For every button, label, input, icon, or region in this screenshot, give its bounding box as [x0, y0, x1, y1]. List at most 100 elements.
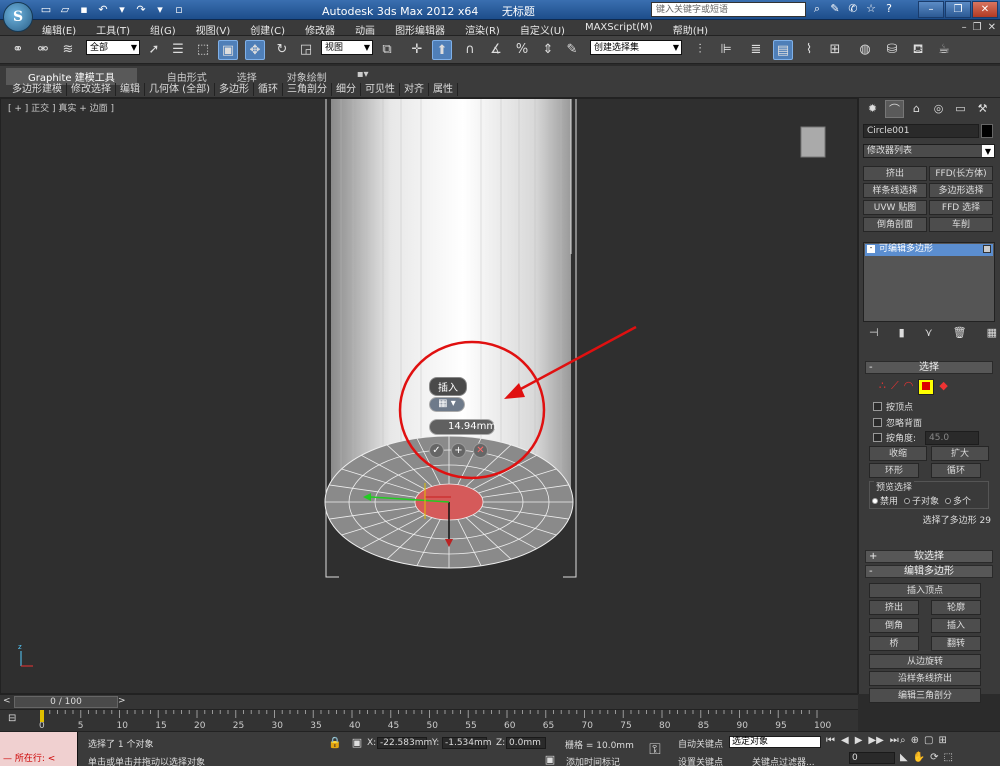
- spinner-snap-icon[interactable]: ⇕: [538, 40, 558, 60]
- menu-item[interactable]: MAXScript(M): [585, 22, 653, 37]
- viewport-perspective[interactable]: z [ + ] 正交 ] 真实 + 边面 ] 插入 ▦ ▾ 14.94mm ✓ …: [0, 98, 858, 694]
- menu-item[interactable]: 动画: [355, 22, 375, 37]
- caddy-apply-icon[interactable]: +: [451, 443, 466, 458]
- expand-icon[interactable]: -: [867, 245, 875, 253]
- viewcube-icon[interactable]: [800, 126, 826, 158]
- vertex-level-icon[interactable]: ∴: [879, 379, 886, 395]
- absolute-mode-icon[interactable]: ▣: [350, 736, 364, 749]
- preview-radio[interactable]: 禁用: [872, 494, 898, 507]
- bevel-button[interactable]: 倒角: [869, 618, 919, 633]
- insert-vertex-button[interactable]: 插入顶点: [869, 583, 981, 598]
- time-next-icon[interactable]: >: [118, 696, 126, 706]
- motion-tab-icon[interactable]: ◎: [929, 100, 948, 118]
- snaps-toggle-icon[interactable]: ∩: [460, 40, 480, 60]
- unlink-selection-icon[interactable]: ⚮: [33, 40, 53, 60]
- menu-item[interactable]: 工具(T): [96, 22, 130, 37]
- selection-rollout-header[interactable]: - 选择: [865, 361, 993, 374]
- modifier-set-button[interactable]: 多边形选择: [929, 183, 993, 198]
- select-and-link-icon[interactable]: ⚭: [8, 40, 28, 60]
- edit-triangulation-button[interactable]: 编辑三角剖分: [869, 688, 981, 703]
- zoom-extents-all-icon[interactable]: ⊞: [938, 735, 946, 746]
- ignore-backfacing-checkbox[interactable]: 忽略背面: [873, 416, 922, 429]
- rectangle-selection-icon[interactable]: ⬚: [193, 40, 213, 60]
- edit-polygons-rollout-header[interactable]: - 编辑多边形: [865, 565, 993, 578]
- zoom-all-icon[interactable]: ⊕: [911, 735, 919, 746]
- favorites-icon[interactable]: ☆: [864, 2, 878, 16]
- ribbon-panel-tab[interactable]: 可见性: [361, 83, 400, 96]
- selection-filter-dropdown[interactable]: 全部: [86, 40, 140, 55]
- select-and-scale-icon[interactable]: ◲: [296, 40, 316, 60]
- pin-stack-icon[interactable]: ⊣: [869, 326, 879, 339]
- element-level-icon[interactable]: ◆: [939, 379, 947, 395]
- modifier-set-button[interactable]: 挤出: [863, 166, 927, 181]
- menu-item[interactable]: 编辑(E): [42, 22, 76, 37]
- ribbon-panel-tab[interactable]: 属性: [429, 83, 458, 96]
- menu-item[interactable]: 渲染(R): [465, 22, 500, 37]
- previous-frame-icon[interactable]: ◀: [841, 735, 849, 746]
- select-and-rotate-icon[interactable]: ↻: [272, 40, 292, 60]
- time-tag-icon[interactable]: ▣: [543, 753, 557, 766]
- modifier-set-button[interactable]: FFD(长方体): [929, 166, 993, 181]
- modifier-set-button[interactable]: UVW 贴图: [863, 200, 927, 215]
- caddy-ok-icon[interactable]: ✓: [429, 443, 444, 458]
- time-slider-thumb[interactable]: 0 / 100: [14, 696, 118, 708]
- menu-item[interactable]: 创建(C): [250, 22, 285, 37]
- window-crossing-icon[interactable]: ▣: [218, 40, 238, 60]
- modifier-list-dropdown[interactable]: 修改器列表 ▼: [863, 144, 995, 158]
- bind-space-warp-icon[interactable]: ≋: [58, 40, 78, 60]
- zoom-icon[interactable]: ⌕: [900, 735, 906, 746]
- select-by-name-icon[interactable]: ☰: [168, 40, 188, 60]
- select-and-move-icon[interactable]: ✥: [245, 40, 265, 60]
- modifier-set-button[interactable]: FFD 选择: [929, 200, 993, 215]
- outline-button[interactable]: 轮廓: [931, 600, 981, 615]
- menu-item[interactable]: 帮助(H): [673, 22, 708, 37]
- configure-sets-icon[interactable]: ▦: [987, 326, 997, 339]
- make-unique-icon[interactable]: ⋎: [925, 326, 933, 339]
- inset-amount-spinner[interactable]: 14.94mm: [429, 419, 496, 435]
- close-button[interactable]: ✕: [972, 1, 998, 18]
- search-icon[interactable]: ⌕: [810, 2, 824, 16]
- auto-key-button[interactable]: 自动关键点: [678, 737, 723, 750]
- open-file-icon[interactable]: ▱: [57, 2, 73, 17]
- pivot-center-icon[interactable]: ⧉: [377, 40, 397, 60]
- by-angle-checkbox[interactable]: 按角度:: [873, 431, 916, 444]
- curve-editor-icon[interactable]: ⌇: [799, 40, 819, 60]
- select-manipulate-icon[interactable]: ✛: [407, 40, 427, 60]
- menu-item[interactable]: 自定义(U): [520, 22, 565, 37]
- stack-item-editable-poly[interactable]: - 可编辑多边形: [865, 244, 993, 256]
- hierarchy-tab-icon[interactable]: ⌂: [907, 100, 926, 118]
- caddy-cancel-icon[interactable]: ✕: [473, 443, 488, 458]
- add-time-tag[interactable]: 添加时间标记: [566, 755, 620, 766]
- doc-close-icon[interactable]: ✕: [988, 22, 996, 33]
- project-folder-icon[interactable]: ▫: [171, 2, 187, 17]
- bridge-button[interactable]: 桥: [869, 636, 919, 651]
- pan-icon[interactable]: ✋: [913, 752, 925, 763]
- ribbon-panel-tab[interactable]: 修改选择: [67, 83, 116, 96]
- edit-named-selection-icon[interactable]: ✎: [562, 40, 582, 60]
- ribbon-panel-tab[interactable]: 多边形建模: [8, 83, 67, 96]
- ribbon-panel-tab[interactable]: 细分: [332, 83, 361, 96]
- ribbon-panel-tab[interactable]: 循环: [254, 83, 283, 96]
- rendered-frame-window-icon[interactable]: ⛾: [908, 40, 928, 60]
- key-selection-dropdown[interactable]: 选定对象: [729, 736, 821, 748]
- redo-dropdown-icon[interactable]: ▾: [152, 2, 168, 17]
- inset-type-dropdown[interactable]: ▦ ▾: [429, 397, 465, 412]
- maxscript-listener[interactable]: — 所在行: <: [0, 732, 78, 766]
- communication-icon[interactable]: ✆: [846, 2, 860, 16]
- percent-snap-icon[interactable]: %: [512, 40, 532, 60]
- app-logo-icon[interactable]: S: [3, 2, 33, 32]
- time-slider[interactable]: < 0 / 100 >: [0, 694, 858, 709]
- select-object-icon[interactable]: ➚: [144, 40, 164, 60]
- loop-button[interactable]: 循环: [931, 463, 981, 478]
- set-key-button[interactable]: 设置关键点: [678, 755, 723, 766]
- material-editor-icon[interactable]: ◍: [855, 40, 875, 60]
- hinge-from-edge-button[interactable]: 从边旋转: [869, 654, 981, 669]
- named-selection-sets-dropdown[interactable]: 创建选择集: [590, 40, 682, 55]
- create-tab-icon[interactable]: ✹: [863, 100, 882, 118]
- help-icon[interactable]: ?: [882, 2, 896, 16]
- layer-manager-icon[interactable]: ≣: [746, 40, 766, 60]
- polygon-level-icon[interactable]: [918, 379, 935, 395]
- undo-icon[interactable]: ↶: [95, 2, 111, 17]
- menu-item[interactable]: 修改器: [305, 22, 335, 37]
- ribbon-panel-tab[interactable]: 三角剖分: [283, 83, 332, 96]
